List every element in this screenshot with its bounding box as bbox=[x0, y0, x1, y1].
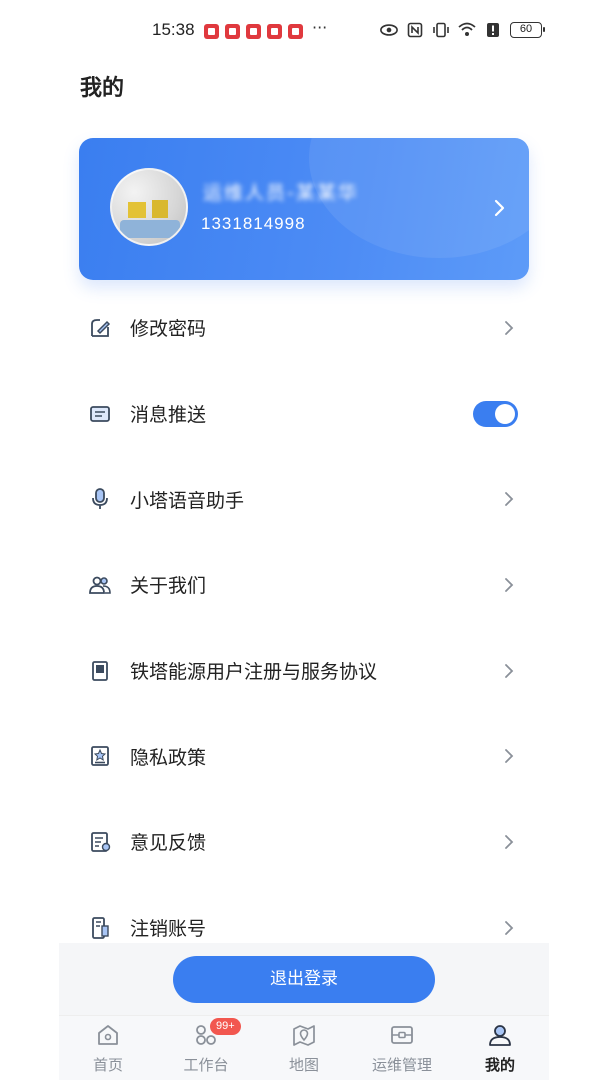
users-icon bbox=[89, 576, 111, 594]
menu-item-label: 隐私政策 bbox=[130, 746, 207, 769]
status-bar: 15:38 ··· 60 bbox=[0, 18, 607, 46]
profile-name: 运维人员-某某华 bbox=[203, 182, 359, 204]
status-time: 15:38 bbox=[152, 20, 195, 39]
nfc-icon bbox=[407, 22, 423, 38]
battery-indicator: 60 bbox=[510, 22, 545, 38]
tab-home[interactable]: 首页 bbox=[59, 1016, 157, 1080]
tab-label: 运维管理 bbox=[371, 1056, 432, 1074]
avatar-image-part bbox=[120, 220, 180, 238]
app-notification-icon bbox=[204, 24, 219, 39]
bottom-tab-bar: 首页 99+ 工作台 地图 运维管理 我的 bbox=[59, 1015, 549, 1080]
feedback-icon bbox=[91, 832, 111, 852]
menu-item-message-push[interactable]: 消息推送 bbox=[80, 371, 530, 457]
menu-item-label: 关于我们 bbox=[130, 575, 207, 598]
home-icon bbox=[98, 1025, 118, 1045]
cancel-account-icon bbox=[92, 916, 109, 939]
chevron-right-icon bbox=[494, 199, 505, 217]
wifi-icon bbox=[458, 22, 476, 36]
menu-item-privacy-policy[interactable]: 隐私政策 bbox=[80, 713, 530, 799]
avatar-image-part bbox=[152, 200, 168, 218]
chevron-right-icon bbox=[505, 320, 514, 335]
document-icon bbox=[92, 660, 108, 681]
menu-item-change-password[interactable]: 修改密码 bbox=[80, 285, 530, 371]
tab-label: 工作台 bbox=[183, 1056, 229, 1074]
tab-profile[interactable]: 我的 bbox=[451, 1016, 549, 1080]
profile-card[interactable]: 运维人员-某某华 1331814998 bbox=[79, 138, 529, 280]
menu-item-feedback[interactable]: 意见反馈 bbox=[80, 799, 530, 885]
workbench-badge: 99+ bbox=[210, 1018, 241, 1035]
chevron-right-icon bbox=[505, 920, 514, 935]
maintenance-icon bbox=[391, 1026, 413, 1044]
system-icons: 60 bbox=[380, 22, 545, 38]
menu-item-label: 消息推送 bbox=[130, 404, 207, 427]
tab-workbench[interactable]: 99+ 工作台 bbox=[157, 1016, 255, 1080]
more-notifications-indicator: ··· bbox=[312, 18, 328, 37]
chevron-right-icon bbox=[505, 835, 514, 849]
menu-item-label: 小塔语音助手 bbox=[130, 489, 245, 512]
chevron-right-icon bbox=[505, 578, 514, 592]
settings-menu: 修改密码 消息推送 小塔语音助手 关于我们 铁塔能源用户注册与服务协议 隐私政策… bbox=[80, 285, 530, 971]
menu-item-label: 修改密码 bbox=[130, 318, 207, 341]
tab-label: 首页 bbox=[92, 1056, 123, 1074]
privacy-icon bbox=[91, 746, 109, 767]
avatar-image-part bbox=[128, 202, 146, 218]
menu-item-service-agreement[interactable]: 铁塔能源用户注册与服务协议 bbox=[80, 628, 530, 714]
tab-label: 我的 bbox=[484, 1056, 515, 1074]
chevron-right-icon bbox=[505, 492, 514, 507]
profile-phone: 1331814998 bbox=[201, 214, 306, 233]
menu-item-label: 意见反馈 bbox=[130, 832, 207, 855]
profile-icon bbox=[489, 1025, 511, 1046]
tab-map[interactable]: 地图 bbox=[255, 1016, 353, 1080]
logout-area: 退出登录 bbox=[59, 943, 549, 1015]
app-notification-icon bbox=[246, 24, 261, 39]
message-icon bbox=[90, 405, 110, 422]
toggle-knob bbox=[495, 403, 515, 424]
tab-maintenance[interactable]: 运维管理 bbox=[353, 1016, 451, 1080]
menu-item-about-us[interactable]: 关于我们 bbox=[80, 542, 530, 628]
avatar[interactable] bbox=[110, 168, 188, 246]
app-notification-icon bbox=[288, 24, 303, 39]
page-title: 我的 bbox=[80, 76, 125, 101]
notification-icons bbox=[204, 24, 303, 39]
menu-item-label: 铁塔能源用户注册与服务协议 bbox=[130, 661, 378, 684]
message-push-toggle[interactable] bbox=[473, 400, 518, 427]
eye-icon bbox=[380, 24, 398, 36]
app-notification-icon bbox=[225, 24, 240, 39]
edit-password-icon bbox=[91, 318, 111, 337]
vibrate-icon bbox=[433, 22, 449, 38]
menu-item-voice-assistant[interactable]: 小塔语音助手 bbox=[80, 456, 530, 542]
map-icon bbox=[293, 1025, 315, 1046]
tab-label: 地图 bbox=[288, 1056, 319, 1074]
microphone-icon bbox=[92, 488, 108, 510]
alert-icon bbox=[487, 23, 499, 37]
app-notification-icon bbox=[267, 24, 282, 39]
chevron-right-icon bbox=[505, 749, 514, 764]
menu-item-label: 注销账号 bbox=[130, 918, 207, 941]
logout-button[interactable]: 退出登录 bbox=[173, 956, 435, 1003]
chevron-right-icon bbox=[505, 663, 514, 678]
